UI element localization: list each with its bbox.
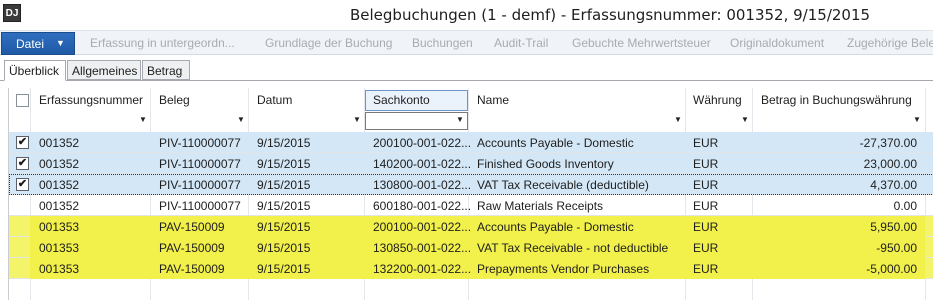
select-all-checkbox[interactable]: [16, 94, 29, 107]
cell-sachkonto[interactable]: 200100-001-022...: [373, 220, 471, 234]
file-menu-label: Datei: [16, 37, 45, 51]
filter-dropdown-icon[interactable]: ▼: [741, 115, 749, 124]
cell-sachkonto[interactable]: 600180-001-022...: [373, 199, 471, 213]
cell-betrag[interactable]: -27,370.00: [860, 136, 917, 150]
cell-betrag[interactable]: 23,000.00: [864, 157, 917, 171]
row-checkbox[interactable]: ✔: [16, 178, 29, 191]
cell-waehrung[interactable]: EUR: [693, 136, 718, 150]
tabs-baseline: [0, 80, 933, 81]
table-row[interactable]: 001352 PIV-110000077 9/15/2015 600180-001-0…: [9, 195, 933, 216]
cell-waehrung[interactable]: EUR: [693, 262, 718, 276]
window-title: Belegbuchungen (1 - demf) - Erfassungsnu…: [350, 6, 871, 24]
cell-datum[interactable]: 9/15/2015: [257, 262, 310, 276]
table-row[interactable]: 001353 PAV-150009 9/15/2015 132200-001-022.…: [9, 258, 933, 279]
cell-betrag[interactable]: 4,370.00: [870, 178, 917, 192]
cell-sachkonto[interactable]: 200100-001-022...: [373, 136, 471, 150]
filter-dropdown-icon[interactable]: ▼: [139, 115, 147, 124]
action-originaldokument[interactable]: Originaldokument: [730, 36, 824, 50]
table-row[interactable]: ✔ 001352 PIV-110000077 9/15/2015 200100-001-…: [9, 132, 933, 153]
row-checkbox[interactable]: ✔: [16, 136, 29, 149]
tab-ueberblick[interactable]: Überblick: [4, 60, 66, 81]
cell-betrag[interactable]: -5,000.00: [866, 262, 917, 276]
cell-sachkonto[interactable]: 130850-001-022...: [373, 241, 471, 255]
cell-name[interactable]: Finished Goods Inventory: [477, 157, 614, 171]
action-grundlage-der-buchung[interactable]: Grundlage der Buchung: [265, 36, 392, 50]
cell-erfassungsnummer[interactable]: 001352: [39, 136, 79, 150]
cell-waehrung[interactable]: EUR: [693, 199, 718, 213]
filter-dropdown-icon[interactable]: ▼: [456, 115, 464, 124]
action-buchungen[interactable]: Buchungen: [412, 36, 473, 50]
cell-datum[interactable]: 9/15/2015: [257, 199, 310, 213]
column-header-betrag[interactable]: Betrag in Buchungswährung: [761, 93, 912, 107]
cell-datum[interactable]: 9/15/2015: [257, 136, 310, 150]
column-header-erfassungsnummer[interactable]: Erfassungsnummer: [39, 93, 143, 107]
tab-betrag[interactable]: Betrag: [142, 60, 190, 80]
action-erfassung-untergeordnet[interactable]: Erfassung in untergeordn...: [90, 36, 235, 50]
cell-erfassungsnummer[interactable]: 001352: [39, 157, 79, 171]
action-zugehoerige-belege[interactable]: Zugehörige Bele: [847, 36, 933, 50]
cell-beleg[interactable]: PAV-150009: [159, 241, 225, 255]
cell-name[interactable]: VAT Tax Receivable - not deductible: [477, 241, 668, 255]
app-icon: DJ: [3, 4, 21, 22]
cell-datum[interactable]: 9/15/2015: [257, 178, 310, 192]
cell-datum[interactable]: 9/15/2015: [257, 241, 310, 255]
column-header-beleg[interactable]: Beleg: [159, 93, 190, 107]
cell-datum[interactable]: 9/15/2015: [257, 157, 310, 171]
table-row[interactable]: ✔ 001352 PIV-110000077 9/15/2015 140200-001-…: [9, 153, 933, 174]
cell-name[interactable]: Raw Materials Receipts: [477, 199, 603, 213]
row-checkbox[interactable]: ✔: [16, 157, 29, 170]
cell-beleg[interactable]: PIV-110000077: [159, 136, 241, 150]
cell-name[interactable]: Accounts Payable - Domestic: [477, 136, 634, 150]
cell-beleg[interactable]: PIV-110000077: [159, 178, 241, 192]
cell-datum[interactable]: 9/15/2015: [257, 220, 310, 234]
cell-sachkonto[interactable]: 140200-001-022...: [373, 157, 471, 171]
cell-name[interactable]: Prepayments Vendor Purchases: [477, 262, 649, 276]
cell-beleg[interactable]: PAV-150009: [159, 220, 225, 234]
cell-beleg[interactable]: PIV-110000077: [159, 157, 241, 171]
cell-sachkonto[interactable]: 132200-001-022...: [373, 262, 471, 276]
tab-allgemeines[interactable]: Allgemeines: [67, 60, 141, 80]
table-row[interactable]: 001353 PAV-150009 9/15/2015 200100-001-022.…: [9, 216, 933, 237]
cell-beleg[interactable]: PIV-110000077: [159, 199, 241, 213]
cell-waehrung[interactable]: EUR: [693, 220, 718, 234]
action-bar: Datei ▼ Erfassung in untergeordn... Grun…: [0, 30, 933, 55]
filter-dropdown-icon[interactable]: ▼: [353, 115, 361, 124]
cell-betrag[interactable]: 0.00: [894, 199, 917, 213]
cell-name[interactable]: Accounts Payable - Domestic: [477, 220, 634, 234]
sachkonto-filter-input[interactable]: [365, 112, 468, 130]
title-bar: DJ Belegbuchungen (1 - demf) - Erfassung…: [0, 0, 933, 30]
cell-sachkonto[interactable]: 130800-001-022...: [373, 178, 471, 192]
chevron-down-icon: ▼: [56, 38, 65, 48]
cell-waehrung[interactable]: EUR: [693, 157, 718, 171]
cell-erfassungsnummer[interactable]: 001352: [39, 199, 79, 213]
cell-betrag[interactable]: -950.00: [876, 241, 917, 255]
cell-waehrung[interactable]: EUR: [693, 178, 718, 192]
action-audit-trail[interactable]: Audit-Trail: [494, 36, 548, 50]
column-header-name[interactable]: Name: [477, 93, 509, 107]
file-menu-button[interactable]: Datei ▼: [1, 32, 75, 55]
cell-waehrung[interactable]: EUR: [693, 241, 718, 255]
action-gebuchte-mehrwertsteuer[interactable]: Gebuchte Mehrwertsteuer: [572, 36, 711, 50]
cell-erfassungsnummer[interactable]: 001353: [39, 220, 79, 234]
filter-dropdown-icon[interactable]: ▼: [237, 115, 245, 124]
filter-dropdown-icon[interactable]: ▼: [674, 115, 682, 124]
table-row[interactable]: ✔ 001352 PIV-110000077 9/15/2015 130800-001-…: [9, 174, 933, 195]
cell-erfassungsnummer[interactable]: 001352: [39, 178, 79, 192]
column-header-datum[interactable]: Datum: [257, 93, 292, 107]
filter-dropdown-icon[interactable]: ▼: [913, 115, 921, 124]
cell-erfassungsnummer[interactable]: 001353: [39, 262, 79, 276]
column-header-sachkonto[interactable]: Sachkonto: [373, 93, 430, 107]
cell-erfassungsnummer[interactable]: 001353: [39, 241, 79, 255]
cell-beleg[interactable]: PAV-150009: [159, 262, 225, 276]
column-header-waehrung[interactable]: Währung: [693, 93, 742, 107]
cell-name[interactable]: VAT Tax Receivable (deductible): [477, 178, 649, 192]
table-row[interactable]: 001353 PAV-150009 9/15/2015 130850-001-022.…: [9, 237, 933, 258]
cell-betrag[interactable]: 5,950.00: [870, 220, 917, 234]
journal-lines-grid: Erfassungsnummer Beleg Datum Sachkonto N…: [8, 88, 933, 300]
